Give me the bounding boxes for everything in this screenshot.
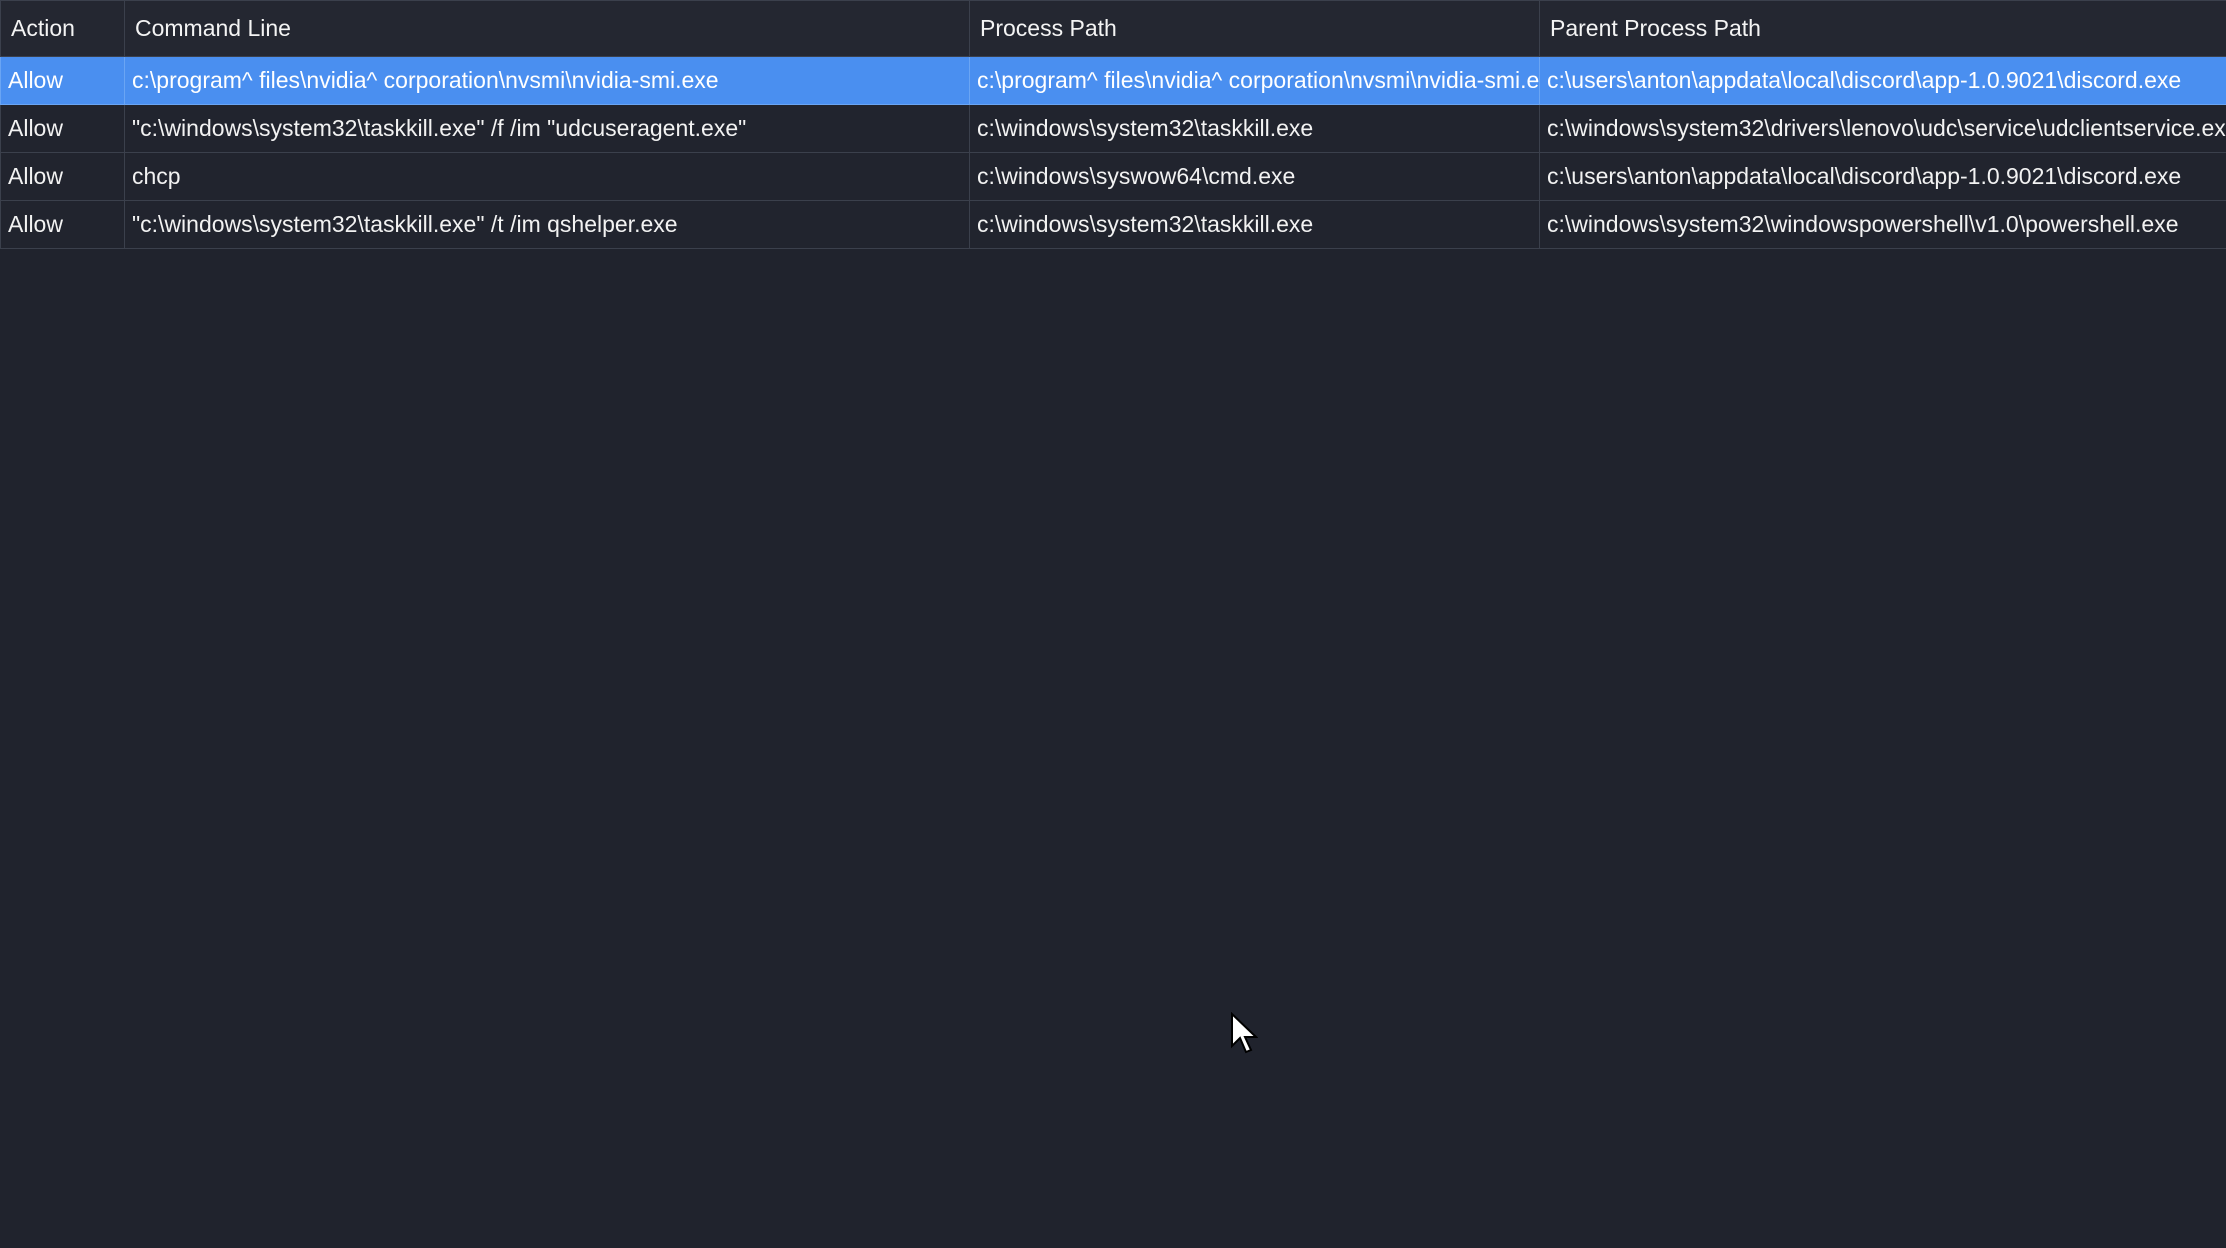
column-header-action[interactable]: Action (0, 0, 125, 57)
cell-parent-process-path[interactable]: c:\users\anton\appdata\local\discord\app… (1539, 152, 2226, 201)
table-row[interactable]: Allow "c:\windows\system32\taskkill.exe"… (0, 104, 2226, 153)
cell-command-line[interactable]: "c:\windows\system32\taskkill.exe" /f /i… (124, 104, 970, 153)
cell-parent-process-path[interactable]: c:\users\anton\appdata\local\discord\app… (1539, 56, 2226, 105)
cell-process-path[interactable]: c:\windows\system32\taskkill.exe (969, 200, 1540, 249)
cell-parent-process-path[interactable]: c:\windows\system32\windowspowershell\v1… (1539, 200, 2226, 249)
grid-header-row: Action Command Line Process Path Parent … (0, 0, 2226, 57)
cell-process-path[interactable]: c:\program^ files\nvidia^ corporation\nv… (969, 56, 1540, 105)
cell-action[interactable]: Allow (0, 56, 125, 105)
column-header-command-line[interactable]: Command Line (124, 0, 970, 57)
cell-process-path[interactable]: c:\windows\syswow64\cmd.exe (969, 152, 1540, 201)
table-row-selected[interactable]: Allow c:\program^ files\nvidia^ corporat… (0, 56, 2226, 105)
cell-action[interactable]: Allow (0, 104, 125, 153)
cell-parent-process-path[interactable]: c:\windows\system32\drivers\lenovo\udc\s… (1539, 104, 2226, 153)
table-row[interactable]: Allow chcp c:\windows\syswow64\cmd.exe c… (0, 152, 2226, 201)
column-header-process-path[interactable]: Process Path (969, 0, 1540, 57)
cell-command-line[interactable]: "c:\windows\system32\taskkill.exe" /t /i… (124, 200, 970, 249)
cell-process-path[interactable]: c:\windows\system32\taskkill.exe (969, 104, 1540, 153)
cell-action[interactable]: Allow (0, 152, 125, 201)
column-header-parent-process-path[interactable]: Parent Process Path (1539, 0, 2226, 57)
cell-action[interactable]: Allow (0, 200, 125, 249)
cell-command-line[interactable]: c:\program^ files\nvidia^ corporation\nv… (124, 56, 970, 105)
mouse-pointer-icon (1231, 1012, 1258, 1054)
cell-command-line[interactable]: chcp (124, 152, 970, 201)
table-row[interactable]: Allow "c:\windows\system32\taskkill.exe"… (0, 200, 2226, 249)
process-rules-grid: Action Command Line Process Path Parent … (0, 0, 2226, 249)
